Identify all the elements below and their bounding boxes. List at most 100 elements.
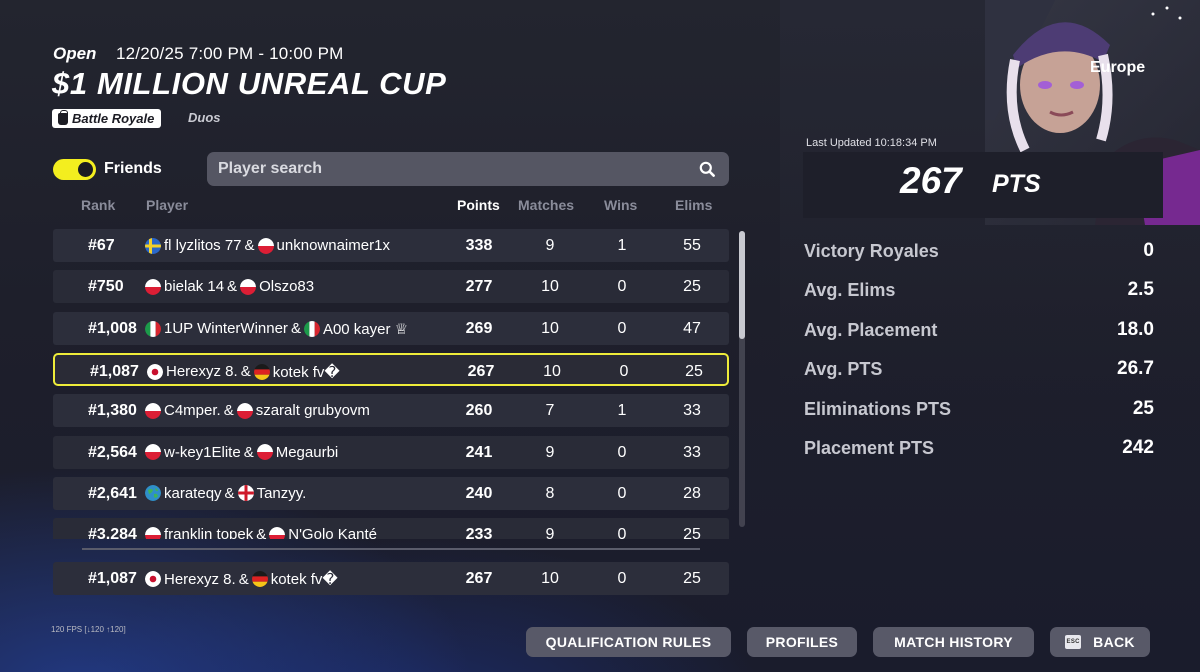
search-placeholder: Player search	[218, 160, 323, 177]
row-wins: 0	[617, 278, 627, 296]
stat-label: Victory Royales	[804, 241, 939, 261]
toggle-knob	[78, 162, 93, 177]
row-points: 338	[465, 237, 493, 254]
column-header-elims[interactable]: Elims	[675, 197, 712, 213]
flag-sweden-icon	[145, 237, 161, 254]
row-matches: 8	[545, 484, 555, 502]
row-wins: 0	[617, 526, 627, 539]
match-history-button[interactable]: MATCH HISTORY	[873, 627, 1034, 657]
row-players[interactable]: Herexyz 8. & kotek fv�	[147, 363, 340, 381]
row-players[interactable]: karateqy & Tanzyy.	[145, 485, 306, 502]
player-2-name: Olszo83	[259, 278, 315, 296]
stat-value: 18.0	[1117, 318, 1154, 340]
ampersand: &	[223, 402, 234, 420]
row-matches: 9	[545, 443, 555, 461]
region-label: Europe	[1090, 59, 1146, 76]
table-row[interactable]: #1,087 Herexyz 8. & kotek fv� 267 10 0 25	[53, 562, 729, 595]
profiles-button[interactable]: PROFILES	[747, 627, 857, 657]
stat-value: 0	[1143, 240, 1154, 261]
row-rank: #2,641	[88, 484, 137, 502]
table-row[interactable]: #2,564 w-key1Elite & Megaurbi 241 9 0 33	[53, 435, 729, 469]
mode-badge: Battle Royale	[52, 109, 162, 128]
row-matches: 10	[541, 319, 559, 337]
row-players[interactable]: franklin topek & N'Golo Kanté	[145, 526, 377, 539]
player-2-name: unknownaimer1x	[276, 237, 390, 254]
back-button[interactable]: ESC BACK	[1050, 627, 1150, 657]
table-row[interactable]: #750 bielak 14 & Olszo83 277 10 0 25	[53, 270, 729, 304]
table-row[interactable]: #67 fl lyzlitos 77 & unknownaimer1x 338 9 1 55	[53, 229, 729, 262]
row-players[interactable]: Herexyz 8. & kotek fv�	[145, 570, 338, 588]
flag-england-icon	[237, 485, 254, 502]
team-type-label: Duos	[188, 110, 221, 125]
globe-icon	[145, 485, 161, 502]
friends-label: Friends	[104, 160, 162, 177]
qualification-rules-button[interactable]: QUALIFICATION RULES	[526, 627, 731, 657]
flag-germany-icon	[253, 363, 270, 380]
row-players[interactable]: 1UP WinterWinner & A00 kayer ♕	[145, 320, 408, 338]
column-header-points[interactable]: Points	[457, 197, 500, 213]
ampersand: &	[244, 237, 255, 254]
flag-italy-icon	[145, 320, 161, 337]
flag-japan-icon	[145, 571, 161, 587]
row-rank: #1,087	[90, 362, 139, 380]
event-status: Open	[53, 44, 97, 63]
row-wins: 1	[617, 237, 627, 254]
total-points: 267	[900, 160, 962, 201]
row-rank: #1,380	[88, 402, 137, 420]
player-2-name: N'Golo Kanté	[288, 526, 377, 539]
flag-poland-icon	[256, 444, 273, 460]
column-header-matches[interactable]: Matches	[518, 197, 574, 213]
row-elims: 25	[683, 526, 701, 539]
table-row[interactable]: #1,008 1UP WinterWinner & A00 kayer ♕ 269 10 0…	[53, 311, 729, 345]
row-wins: 0	[617, 319, 627, 337]
player-1-name: bielak 14	[164, 278, 225, 296]
row-wins: 0	[617, 484, 627, 502]
flag-poland-icon	[269, 526, 286, 539]
player-2-name: A00 kayer ♕	[322, 320, 409, 338]
player-2-name: kotek fv�	[270, 571, 338, 588]
table-row[interactable]: #3,284 franklin topek & N'Golo Kanté 233 9 0 25	[53, 518, 729, 539]
row-points: 269	[465, 319, 493, 337]
player-1-name: karateqy	[164, 484, 222, 502]
stat-value: 26.7	[1117, 358, 1154, 380]
row-elims: 47	[683, 319, 701, 337]
friends-toggle[interactable]	[53, 159, 96, 180]
flag-poland-icon	[257, 237, 274, 254]
row-rank: #1,008	[88, 319, 137, 337]
flag-italy-icon	[303, 320, 320, 337]
leaderboard-table: #67 fl lyzlitos 77 & unknownaimer1x 338 9 1 55 #…	[53, 229, 729, 539]
column-header-rank: Rank	[81, 197, 116, 213]
stat-label: Eliminations PTS	[804, 398, 952, 419]
flag-germany-icon	[251, 571, 268, 587]
points-unit: PTS	[992, 170, 1041, 198]
table-row[interactable]: #1,087 Herexyz 8. & kotek fv� 267 10 0 25	[53, 352, 729, 386]
player-1-name: 1UP WinterWinner	[164, 320, 288, 338]
scrollbar-thumb[interactable]	[739, 231, 745, 339]
row-rank: #67	[88, 237, 115, 254]
row-players[interactable]: C4mper. & szaralt grubyovm	[145, 402, 370, 419]
table-row[interactable]: #2,641 karateqy & Tanzyy. 240 8 0 28	[53, 476, 729, 510]
ampersand: &	[238, 570, 249, 588]
row-players[interactable]: w-key1Elite & Megaurbi	[145, 444, 338, 461]
row-points: 240	[465, 484, 493, 502]
column-header-wins[interactable]: Wins	[604, 197, 637, 213]
row-wins: 1	[617, 402, 627, 420]
flag-poland-icon	[145, 402, 161, 419]
row-points: 267	[467, 362, 495, 380]
row-matches: 10	[541, 570, 559, 587]
row-players[interactable]: bielak 14 & Olszo83	[145, 278, 314, 295]
table-row[interactable]: #1,380 C4mper. & szaralt grubyovm 260 7 1 33	[53, 394, 729, 428]
fps-counter: 120 FPS [↓120 ↑120]	[51, 625, 126, 634]
stat-label: Avg. Elims	[804, 280, 896, 301]
player-2-name: szaralt grubyovm	[255, 402, 370, 420]
row-points: 233	[465, 526, 493, 539]
search-input[interactable]: Player search	[207, 152, 729, 186]
row-players[interactable]: fl lyzlitos 77 & unknownaimer1x	[145, 237, 390, 254]
row-rank: #2,564	[88, 443, 137, 461]
ampersand: &	[240, 363, 251, 381]
page-title: $1 MILLION UNREAL CUP	[52, 66, 447, 101]
search-icon[interactable]	[699, 161, 715, 177]
row-matches: 9	[545, 237, 555, 254]
player-1-name: franklin topek	[164, 526, 254, 539]
row-elims: 33	[683, 443, 701, 461]
